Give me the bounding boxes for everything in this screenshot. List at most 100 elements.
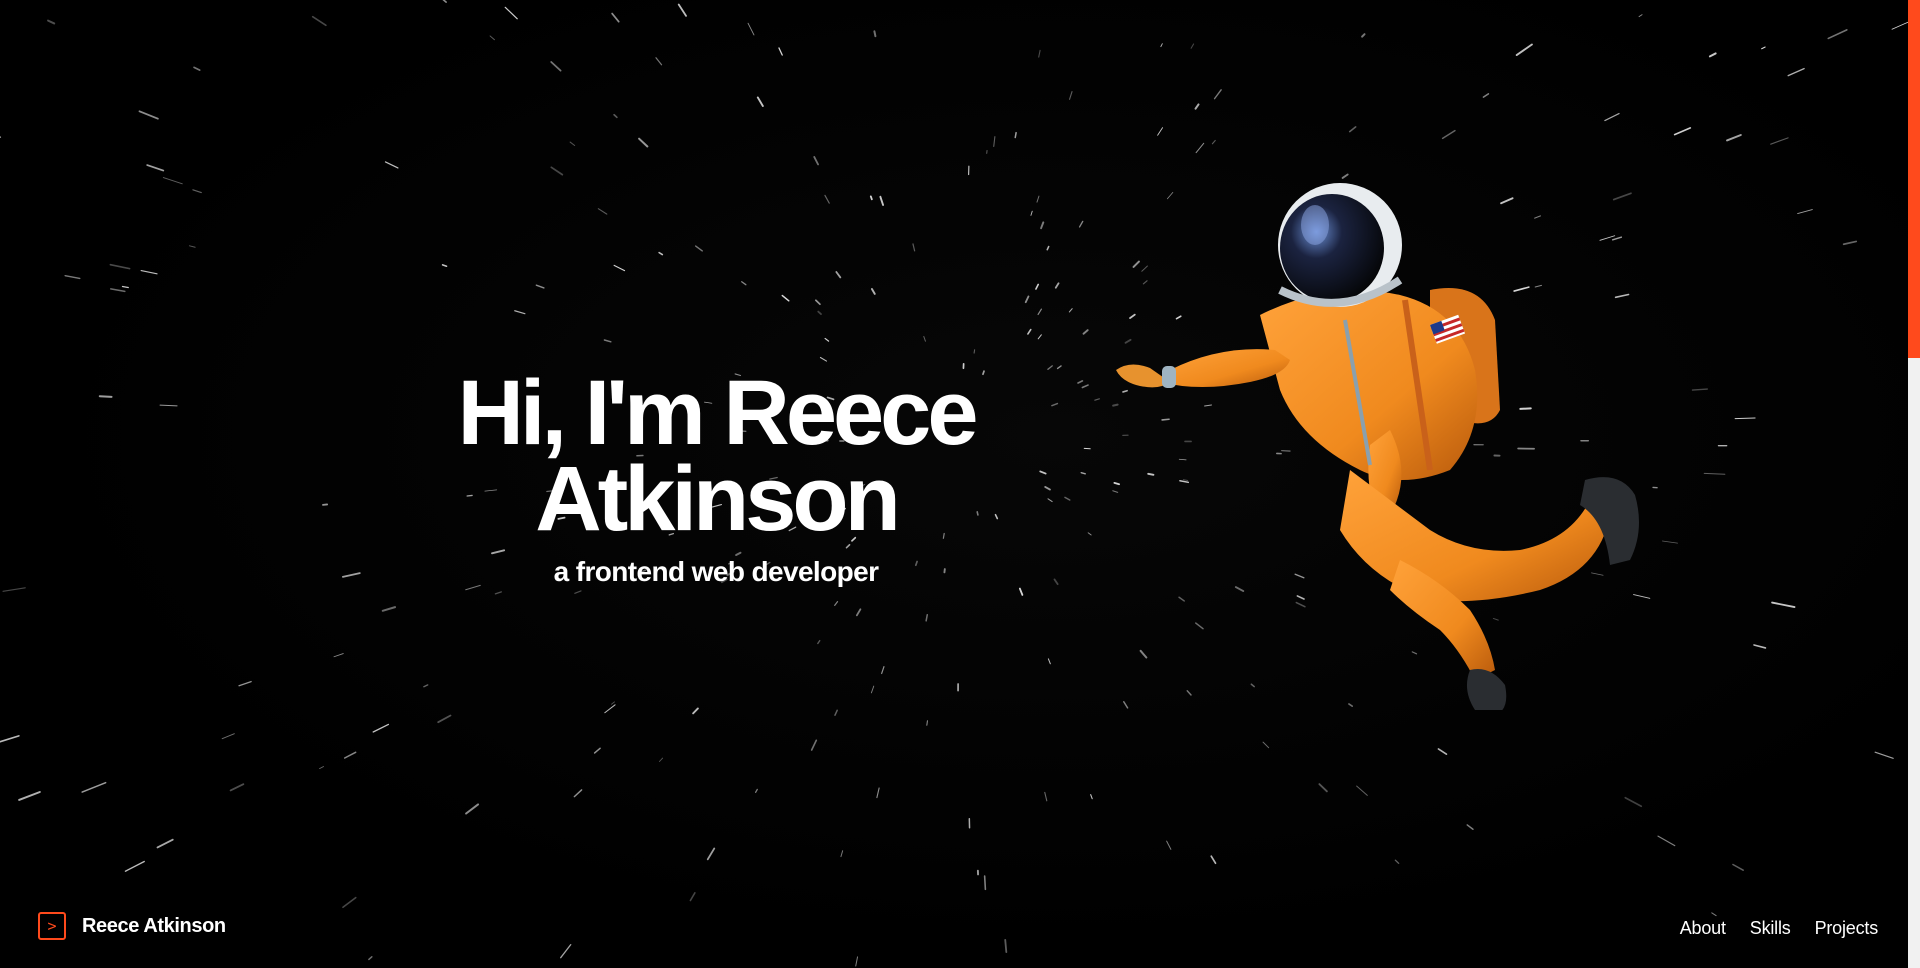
star-streak (814, 299, 821, 306)
star-streak (973, 349, 976, 354)
star-streak (870, 685, 875, 694)
star-streak (1657, 835, 1676, 847)
star-streak (1195, 142, 1205, 154)
star-streak (810, 739, 818, 751)
star-streak (1047, 498, 1053, 503)
star-streak (824, 337, 830, 342)
star-streak (1081, 384, 1089, 389)
star-streak (1211, 139, 1216, 145)
star-streak (1027, 328, 1032, 335)
star-streak (0, 735, 20, 743)
star-streak (535, 284, 545, 289)
star-streak (1726, 134, 1742, 142)
star-streak (64, 274, 81, 280)
brand-link[interactable]: > Reece Atkinson (38, 912, 226, 940)
nav-link-skills[interactable]: Skills (1750, 918, 1791, 939)
star-streak (1040, 221, 1045, 230)
star-streak (465, 803, 480, 815)
star-streak (817, 310, 822, 315)
star-streak (1030, 210, 1033, 216)
star-streak (1044, 486, 1051, 491)
star-streak (1054, 282, 1060, 289)
star-streak (504, 6, 518, 20)
star-streak (159, 404, 178, 407)
star-streak (156, 838, 174, 849)
star-streak (1035, 283, 1040, 290)
star-streak (1160, 43, 1163, 48)
star-streak (677, 3, 687, 17)
star-streak (381, 606, 397, 612)
star-streak (840, 850, 844, 858)
star-streak (1157, 127, 1164, 136)
star-streak (1037, 334, 1042, 340)
nav-link-about[interactable]: About (1680, 918, 1726, 939)
star-streak (1087, 532, 1092, 536)
star-streak (574, 590, 582, 594)
star-streak (1036, 195, 1040, 203)
star-streak (869, 195, 873, 201)
star-streak (873, 30, 877, 38)
astronaut-illustration (1116, 183, 1639, 710)
star-streak (876, 787, 880, 799)
footer-nav: About Skills Projects (1680, 918, 1878, 939)
star-streak (1827, 29, 1848, 40)
star-streak (1761, 46, 1766, 50)
star-streak (221, 733, 235, 740)
star-streak (573, 789, 583, 798)
star-streak (1771, 601, 1796, 608)
star-streak (611, 12, 620, 23)
nav-link-projects[interactable]: Projects (1815, 918, 1879, 939)
star-streak (1604, 112, 1620, 122)
star-streak (741, 281, 747, 286)
star-streak (124, 860, 145, 872)
star-streak (384, 161, 399, 169)
star-streak (781, 294, 790, 302)
star-streak (613, 113, 618, 119)
hero-text: Hi, I'm Reece Atkinson a frontend web de… (400, 367, 1032, 588)
star-streak (706, 847, 716, 861)
star-streak (1691, 388, 1708, 391)
star-streak (603, 339, 612, 343)
star-streak (494, 591, 502, 595)
star-streak (855, 608, 862, 617)
star-streak (1318, 783, 1328, 793)
star-streak (613, 264, 626, 272)
star-streak (926, 720, 928, 726)
star-streak (1069, 91, 1073, 100)
star-streak (1068, 308, 1073, 313)
star-streak (311, 15, 327, 27)
star-streak (923, 335, 926, 342)
star-streak (1732, 863, 1744, 871)
star-streak (1166, 840, 1172, 850)
star-streak (514, 310, 526, 315)
star-streak (1262, 741, 1270, 749)
star-streak (138, 110, 159, 120)
star-streak (1708, 52, 1717, 58)
star-streak (550, 166, 564, 176)
star-streak (229, 783, 245, 792)
star-streak (1024, 295, 1030, 304)
star-streak (1515, 43, 1533, 56)
star-streak (1038, 49, 1041, 58)
star-streak (879, 195, 885, 206)
star-streak (192, 189, 202, 194)
star-streak (659, 757, 664, 762)
star-streak (813, 156, 819, 166)
star-streak (341, 572, 361, 578)
star-streak (1787, 67, 1805, 77)
star-streak (109, 263, 131, 270)
scrollbar-thumb[interactable] (1908, 0, 1920, 359)
star-streak (754, 788, 758, 793)
star-streak (1348, 126, 1357, 133)
star-streak (912, 243, 916, 252)
page-scrollbar[interactable] (1908, 0, 1920, 968)
star-streak (1797, 209, 1813, 215)
star-streak (319, 766, 324, 770)
star-streak (1441, 129, 1456, 140)
star-streak (834, 600, 839, 606)
star-streak (81, 781, 107, 793)
star-streak (835, 271, 842, 279)
hero-title-line2: Atkinson (535, 448, 901, 550)
star-streak (658, 251, 664, 256)
star-streak (441, 264, 448, 268)
